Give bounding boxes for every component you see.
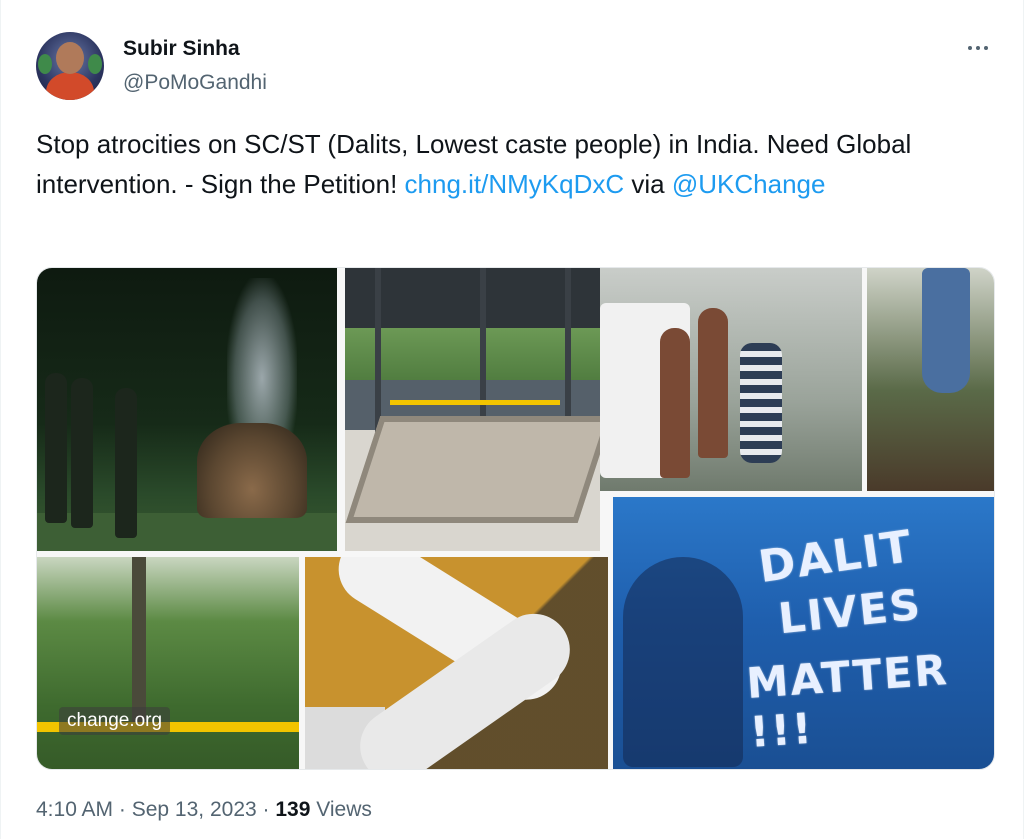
tweet-date: Sep 13, 2023: [131, 798, 257, 821]
bushes-photo: change.org: [37, 557, 299, 769]
man: [698, 308, 728, 458]
views-count: 139: [275, 798, 311, 821]
protest-sign: DALIT LIVES MATTER !!!: [738, 521, 978, 757]
hanging-photo: [867, 268, 994, 491]
tweet-card: Subir Sinha @PoMoGandhi Stop atrocities …: [0, 0, 1024, 839]
avatar-body: [46, 72, 94, 100]
man-striped-shirt: [740, 343, 782, 463]
views-label: Views: [310, 798, 372, 821]
police-figure: [71, 378, 93, 528]
cremation-ground-photo: [345, 268, 600, 551]
men-near-car-photo: [600, 268, 862, 491]
shelter-roof: [345, 268, 600, 328]
tweet-time-link[interactable]: 4:10 AM · Sep 13, 2023: [36, 798, 257, 821]
police-tape: [390, 400, 560, 405]
more-horizontal-icon: [968, 46, 972, 50]
author-handle[interactable]: @PoMoGandhi: [123, 71, 267, 95]
pyre: [197, 423, 307, 518]
change-org-watermark: change.org: [59, 707, 171, 735]
man: [660, 328, 690, 478]
avatar-leaf-left: [38, 54, 52, 74]
platform: [345, 416, 600, 523]
petition-link[interactable]: chng.it/NMyKqDxC: [405, 169, 625, 199]
meta-separator: ·: [256, 798, 276, 821]
avatar-face: [56, 42, 84, 74]
avatar-leaf-right: [88, 54, 102, 74]
author-name[interactable]: Subir Sinha: [123, 37, 240, 61]
crossed-hands-illustration: [305, 557, 608, 769]
tweet-media-image[interactable]: change.org DALIT LIVES MATTER !!!: [36, 267, 995, 770]
more-horizontal-icon-dot: [984, 46, 988, 50]
jeans: [922, 268, 970, 393]
meta-separator: ·: [113, 798, 132, 821]
police-figure: [115, 388, 137, 538]
dalit-lives-matter-photo: DALIT LIVES MATTER !!!: [613, 497, 994, 769]
tree-trunk: [132, 557, 146, 727]
tweet-text-part2: via: [624, 169, 672, 199]
police-figure: [45, 373, 67, 523]
more-horizontal-icon-dot: [976, 46, 980, 50]
avatar[interactable]: [36, 32, 104, 100]
person-silhouette: [623, 557, 743, 767]
night-pyre-photo: [37, 268, 337, 551]
more-options-button[interactable]: [956, 34, 1000, 62]
sign-word: MATTER !!!: [744, 645, 951, 757]
tweet-time: 4:10 AM: [36, 798, 114, 821]
tweet-text: Stop atrocities on SC/ST (Dalits, Lowest…: [36, 124, 996, 204]
tweet-meta: 4:10 AM · Sep 13, 2023 · 139 Views: [36, 798, 372, 822]
mention-link[interactable]: @UKChange: [672, 169, 826, 199]
trees: [345, 326, 600, 386]
